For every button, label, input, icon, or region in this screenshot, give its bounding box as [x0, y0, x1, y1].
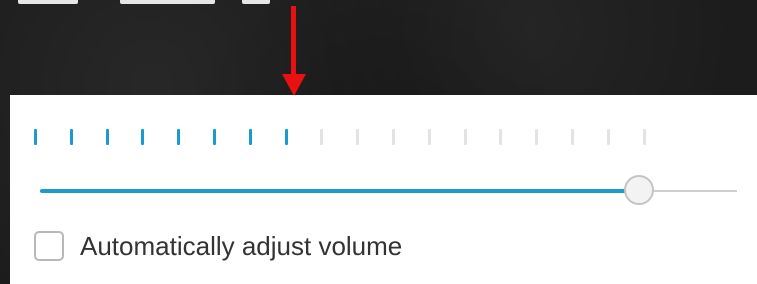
auto-adjust-volume-option[interactable]: Automatically adjust volume [34, 230, 402, 262]
volume-meter-tick [248, 129, 252, 145]
volume-meter-tick [34, 129, 37, 145]
volume-slider[interactable] [40, 173, 737, 209]
volume-meter-tick [284, 129, 288, 145]
volume-meter-tick [105, 129, 109, 145]
slider-thumb[interactable] [624, 175, 655, 205]
volume-meter-tick [606, 129, 610, 145]
volume-meter-tick [213, 129, 216, 145]
auto-adjust-volume-label[interactable]: Automatically adjust volume [80, 231, 402, 262]
volume-panel: Automatically adjust volume [10, 95, 757, 284]
auto-adjust-volume-checkbox[interactable] [34, 231, 64, 261]
volume-meter-tick [392, 129, 395, 145]
volume-meter-tick [320, 129, 324, 145]
slider-track-fill [40, 189, 640, 193]
volume-meter-tick [177, 129, 181, 145]
volume-meter-tick [571, 129, 574, 145]
volume-meter-tick [69, 129, 73, 145]
top-content-strip [0, 0, 757, 12]
volume-meter-tick [463, 129, 467, 145]
arrow-down-icon [282, 6, 306, 96]
volume-meter-tick [499, 129, 503, 145]
volume-meter-tick [356, 129, 360, 145]
volume-meter-tick [642, 129, 646, 145]
volume-meter-tick [535, 129, 539, 145]
volume-meter-tick [141, 129, 145, 145]
volume-meter-tick [427, 129, 431, 145]
